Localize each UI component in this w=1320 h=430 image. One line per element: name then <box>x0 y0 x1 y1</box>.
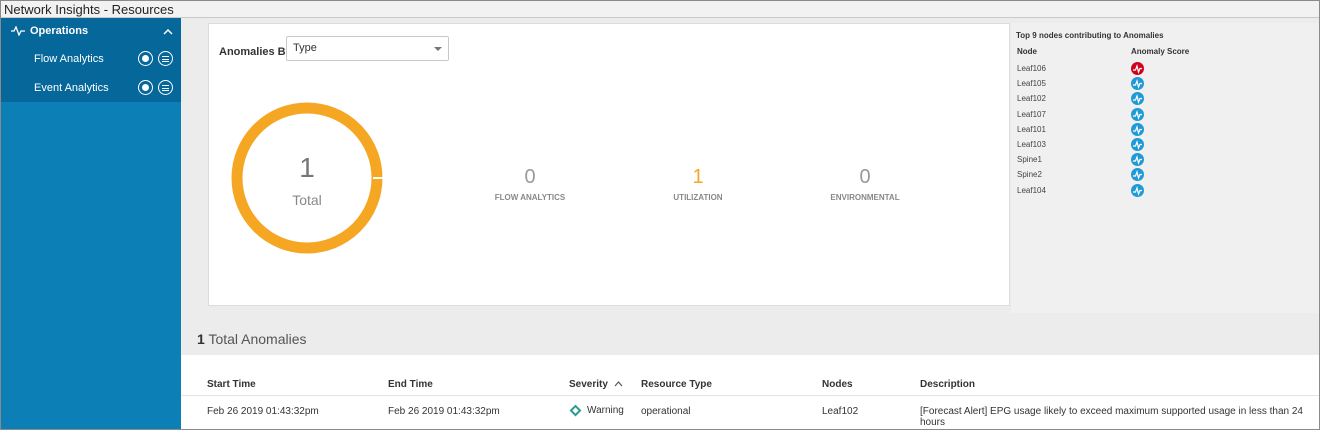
dashboard-icon[interactable] <box>138 51 153 66</box>
sidebar-item-label: Flow Analytics <box>34 52 104 65</box>
top-node-row[interactable]: Spine2 <box>1011 167 1319 182</box>
top-node-name: Leaf103 <box>1017 140 1046 149</box>
sidebar-item-event-analytics[interactable]: Event Analytics <box>1 73 181 102</box>
total-value: 1 <box>299 152 315 183</box>
warning-icon <box>569 404 582 417</box>
top-node-row[interactable]: Leaf104 <box>1011 183 1319 198</box>
col-header-end-time[interactable]: End Time <box>388 379 433 390</box>
top-node-row[interactable]: Leaf103 <box>1011 137 1319 152</box>
total-anomalies-heading: 1 Total Anomalies <box>197 331 307 347</box>
top-node-row[interactable]: Leaf106 <box>1011 61 1319 76</box>
stat-label: UTILIZATION <box>673 193 723 202</box>
critical-score-icon <box>1131 62 1144 75</box>
anomalies-table: Start Time End Time Severity Resource Ty… <box>181 355 1319 429</box>
top-node-name: Leaf102 <box>1017 94 1046 104</box>
cell-description: [Forecast Alert] EPG usage likely to exc… <box>920 406 1303 428</box>
total-anomalies-label: Total Anomalies <box>208 331 307 347</box>
col-score-header: Anomaly Score <box>1131 47 1190 56</box>
main-content: Anomalies By: Type 1 Total 0 FLOW ANALYT… <box>181 18 1319 429</box>
cell-end-time: Feb 26 2019 01:43:32pm <box>388 406 500 417</box>
top-node-name: Leaf104 <box>1017 185 1046 195</box>
top-node-name: Leaf101 <box>1017 124 1046 134</box>
healthy-score-icon <box>1131 183 1144 197</box>
total-anomalies-count: 1 <box>197 331 205 347</box>
sidebar-section-label: Operations <box>30 25 89 37</box>
stat-label: ENVIRONMENTAL <box>830 193 900 202</box>
list-icon[interactable] <box>158 51 173 66</box>
top-node-row[interactable]: Leaf102 <box>1011 91 1319 106</box>
chevron-up-icon[interactable] <box>163 28 173 35</box>
top-node-name: Spine1 <box>1017 155 1042 165</box>
healthy-score-icon <box>1131 107 1144 121</box>
top-node-row[interactable]: Leaf107 <box>1011 107 1319 122</box>
stat-value: 1 <box>692 166 704 188</box>
healthy-score-icon <box>1131 122 1144 136</box>
healthy-score-icon <box>1131 153 1144 167</box>
anomalies-summary-card: Anomalies By: Type 1 Total 0 FLOW ANALYT… <box>208 23 1010 306</box>
dashboard-icon[interactable] <box>138 80 153 95</box>
top-node-name: Spine2 <box>1017 170 1042 180</box>
dropdown-caret-icon <box>434 47 442 51</box>
top-node-row[interactable]: Leaf105 <box>1011 76 1319 91</box>
severity-label: Warning <box>587 405 624 417</box>
cell-nodes[interactable]: Leaf102 <box>822 406 858 417</box>
sidebar-item-flow-analytics[interactable]: Flow Analytics <box>1 44 181 73</box>
healthy-score-icon <box>1131 92 1144 106</box>
cell-severity: Warning <box>569 404 624 417</box>
anomalies-by-label: Anomalies By: <box>219 46 296 58</box>
sort-ascending-icon[interactable] <box>614 380 623 387</box>
sidebar: Operations Flow Analytics Event Analytic… <box>1 18 181 429</box>
col-header-label: Severity <box>569 379 608 390</box>
top-nodes-title: Top 9 nodes contributing to Anomalies <box>1016 31 1164 40</box>
app-window: Network Insights - Resources Operations … <box>0 0 1320 430</box>
col-header-nodes[interactable]: Nodes <box>822 379 853 390</box>
stat-flow-analytics[interactable]: 0 FLOW ANALYTICS <box>455 166 605 202</box>
cell-resource-type: operational <box>641 406 691 417</box>
healthy-score-icon <box>1131 77 1144 91</box>
col-header-severity[interactable]: Severity <box>569 379 623 390</box>
top-nodes-panel: Top 9 nodes contributing to Anomalies No… <box>1011 23 1319 313</box>
sidebar-section-operations[interactable]: Operations <box>1 18 181 44</box>
top-node-row[interactable]: Leaf101 <box>1011 122 1319 137</box>
total-label: Total <box>292 192 322 208</box>
pulse-icon <box>11 26 25 36</box>
healthy-score-icon <box>1131 168 1144 182</box>
col-header-description[interactable]: Description <box>920 379 975 390</box>
cell-start-time: Feb 26 2019 01:43:32pm <box>207 406 319 417</box>
top-node-name: Leaf105 <box>1017 79 1046 89</box>
top-node-name: Leaf107 <box>1017 109 1046 119</box>
anomalies-by-value: Type <box>293 42 317 54</box>
stat-environmental[interactable]: 0 ENVIRONMENTAL <box>790 166 940 202</box>
anomalies-by-select[interactable]: Type <box>286 36 449 61</box>
stat-value: 0 <box>859 166 871 188</box>
col-node-header: Node <box>1017 47 1037 56</box>
stat-label: FLOW ANALYTICS <box>494 193 566 202</box>
window-title: Network Insights - Resources <box>1 1 1319 18</box>
sidebar-item-label: Event Analytics <box>34 81 109 94</box>
stat-value: 0 <box>524 166 536 188</box>
col-header-start-time[interactable]: Start Time <box>207 379 256 390</box>
list-icon[interactable] <box>158 80 173 95</box>
stat-utilization[interactable]: 1 UTILIZATION <box>623 166 773 202</box>
top-node-row[interactable]: Spine1 <box>1011 152 1319 167</box>
col-header-resource-type[interactable]: Resource Type <box>641 379 712 390</box>
healthy-score-icon <box>1131 138 1144 151</box>
top-node-name: Leaf106 <box>1017 64 1046 73</box>
